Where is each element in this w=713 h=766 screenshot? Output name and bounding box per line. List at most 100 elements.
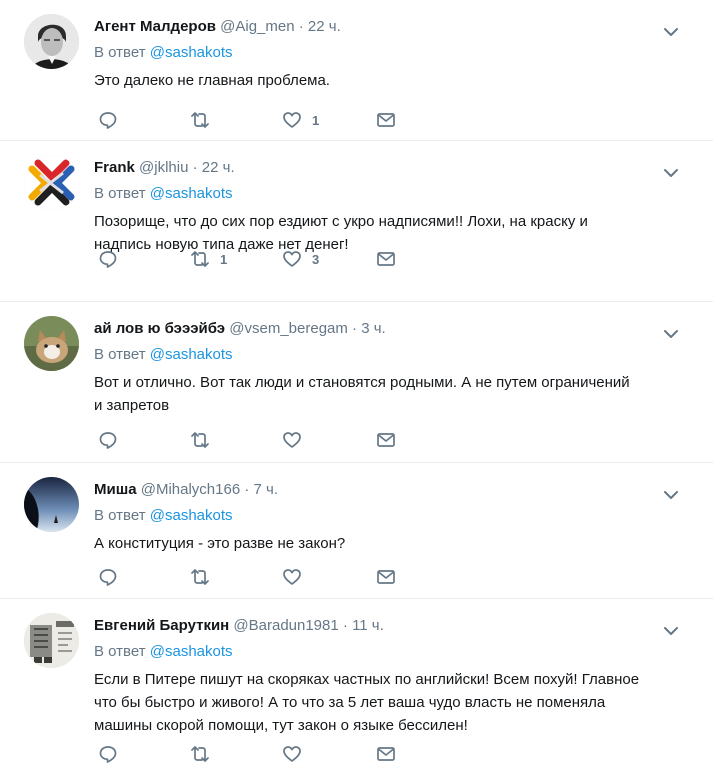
display-name[interactable]: ай лов ю бэээйбэ [94,320,225,337]
user-handle[interactable]: @Aig_men [220,18,294,35]
tweet[interactable]: ай лов ю бэээйбэ @vsem_beregam · 3 ч. В … [0,302,713,463]
avatar[interactable] [24,613,79,668]
reply-prefix: В ответ [94,346,146,363]
tweet-header: ай лов ю бэээйбэ @vsem_beregam · 3 ч. [94,319,683,339]
direct-message-button[interactable] [376,742,396,766]
retweet-button[interactable] [190,428,220,452]
envelope-icon [377,747,395,761]
reply-button[interactable] [98,565,128,589]
reply-prefix: В ответ [94,507,146,524]
chevron-down-icon[interactable] [661,621,681,641]
timestamp[interactable]: 3 ч. [361,320,386,337]
tweet-text-line: Если в Питере пишут на скоряках частных … [94,671,640,688]
display-name[interactable]: Frank [94,159,135,176]
timestamp[interactable]: 11 ч. [352,617,384,634]
like-button[interactable] [282,428,312,452]
direct-message-button[interactable] [376,247,396,271]
retweet-icon [191,251,209,267]
user-handle[interactable]: @vsem_beregam [229,320,348,337]
tweet[interactable]: Миша @Mihalych166 · 7 ч. В ответ @sashak… [0,463,713,599]
user-handle[interactable]: @jklhiu [139,159,188,176]
timestamp[interactable]: 7 ч. [254,481,279,498]
tweet[interactable]: Frank @jklhiu · 22 ч. В ответ @sashakots… [0,141,713,302]
like-button[interactable] [282,565,312,589]
knot-logo-icon [24,155,79,210]
timestamp[interactable]: 22 ч. [202,159,235,176]
reply-button[interactable] [98,247,128,271]
tweet-text-line: Это далеко не главная проблема. [94,72,330,89]
like-button[interactable]: 3 [282,247,319,271]
reply-button[interactable] [98,108,128,132]
tweet-text-line: что бы быстро и живого! А то что за 5 ле… [94,694,606,711]
timestamp[interactable]: 22 ч. [308,18,341,35]
reply-feed: Агент Малдеров @Aig_men · 22 ч. В ответ … [0,0,713,763]
tweet-header: Евгений Баруткин @Baradun1981 · 11 ч. [94,616,683,636]
retweet-button[interactable] [190,108,220,132]
separator: · [192,159,198,176]
tweet-text: Если в Питере пишут на скоряках частных … [94,668,683,737]
like-button[interactable]: 1 [282,108,319,132]
reply-mention-link[interactable]: @sashakots [150,185,233,202]
cat-icon [24,316,79,371]
chevron-down-icon[interactable] [661,22,681,42]
reply-mention-link[interactable]: @sashakots [150,507,233,524]
tweet[interactable]: Евгений Баруткин @Baradun1981 · 11 ч. В … [0,599,713,763]
tweet-actions: 1 3 [94,247,414,271]
reply-context: В ответ @sashakots [94,345,683,365]
retweet-button[interactable] [190,565,220,589]
night-sky-icon [24,477,79,532]
display-name[interactable]: Евгений Баруткин [94,617,229,634]
user-handle[interactable]: @Mihalych166 [141,481,240,498]
tweet-actions [94,742,414,766]
envelope-icon [377,252,395,266]
reply-mention-link[interactable]: @sashakots [150,44,233,61]
chevron-down-icon[interactable] [661,163,681,183]
envelope-icon [377,433,395,447]
reply-mention-link[interactable]: @sashakots [150,346,233,363]
reply-mention-link[interactable]: @sashakots [150,643,233,660]
like-button[interactable] [282,742,312,766]
heart-icon [283,569,301,585]
tweet-header: Агент Малдеров @Aig_men · 22 ч. [94,17,683,37]
chevron-down-icon[interactable] [661,485,681,505]
tweet-actions [94,428,414,452]
tweet[interactable]: Агент Малдеров @Aig_men · 22 ч. В ответ … [0,0,713,141]
retweet-button[interactable]: 1 [190,247,227,271]
separator: · [352,320,358,337]
reply-button[interactable] [98,742,128,766]
reply-icon [99,251,117,268]
tweet-text: Вот и отлично. Вот так люди и становятся… [94,371,683,417]
tweet-actions [94,565,414,589]
tweet-text-line: Вот и отлично. Вот так люди и становятся… [94,374,630,391]
retweet-icon [191,569,209,585]
direct-message-button[interactable] [376,108,396,132]
like-count: 1 [312,112,320,128]
direct-message-button[interactable] [376,428,396,452]
reply-context: В ответ @sashakots [94,184,683,204]
display-name[interactable]: Миша [94,481,137,498]
reply-prefix: В ответ [94,643,146,660]
avatar[interactable] [24,477,79,532]
heart-icon [283,746,301,762]
display-name[interactable]: Агент Малдеров [94,18,216,35]
tweet-header: Frank @jklhiu · 22 ч. [94,158,683,178]
reply-context: В ответ @sashakots [94,506,683,526]
robot-figure-icon [24,613,79,668]
avatar[interactable] [24,155,79,210]
reply-icon [99,569,117,586]
reply-icon [99,746,117,763]
tweet-text-line: машины скорой помощи, тут закон о языке … [94,717,468,734]
avatar[interactable] [24,14,79,69]
envelope-icon [377,570,395,584]
direct-message-button[interactable] [376,565,396,589]
heart-icon [283,112,301,128]
reply-context: В ответ @sashakots [94,43,683,63]
avatar[interactable] [24,316,79,371]
retweet-button[interactable] [190,742,220,766]
reply-button[interactable] [98,428,128,452]
retweet-count: 1 [220,251,228,267]
envelope-icon [377,113,395,127]
chevron-down-icon[interactable] [661,324,681,344]
heart-icon [283,251,301,267]
user-handle[interactable]: @Baradun1981 [233,617,338,634]
